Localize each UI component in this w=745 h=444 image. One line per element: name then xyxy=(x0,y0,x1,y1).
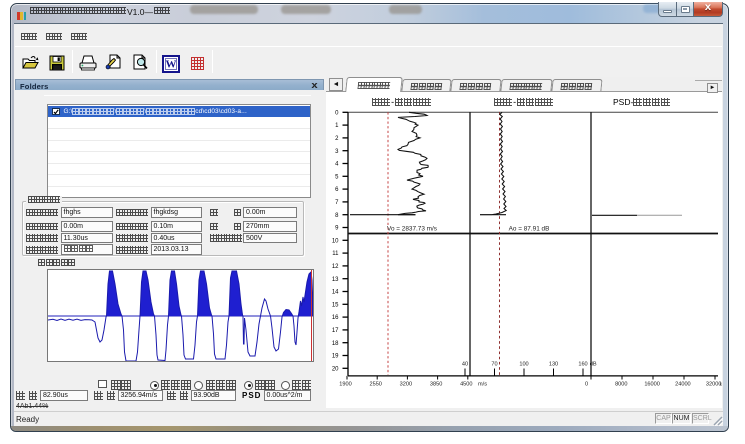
svg-text:4: 4 xyxy=(335,162,339,168)
svg-text:12: 12 xyxy=(332,264,339,270)
svg-text:100: 100 xyxy=(519,362,528,368)
svg-text:0: 0 xyxy=(585,382,588,388)
svg-text:17: 17 xyxy=(332,328,339,334)
svg-text:Vo = 2837.73 m/s: Vo = 2837.73 m/s xyxy=(387,226,437,233)
svg-text:u: u xyxy=(720,382,722,388)
svg-text:m/s: m/s xyxy=(478,382,487,388)
svg-text:4500: 4500 xyxy=(460,382,472,388)
svg-text:18: 18 xyxy=(332,341,339,347)
svg-text:9: 9 xyxy=(335,226,339,232)
svg-text:10: 10 xyxy=(332,238,339,244)
svg-text:1: 1 xyxy=(335,123,339,129)
svg-text:13: 13 xyxy=(332,277,339,283)
svg-text:130: 130 xyxy=(549,362,558,368)
svg-text:7: 7 xyxy=(335,200,339,206)
svg-text:8: 8 xyxy=(335,213,339,219)
svg-text:3200: 3200 xyxy=(400,382,412,388)
svg-text:dB: dB xyxy=(590,362,597,368)
svg-text:3850: 3850 xyxy=(430,382,442,388)
svg-text:70: 70 xyxy=(491,362,497,368)
svg-text:24000: 24000 xyxy=(675,382,691,388)
svg-text:5: 5 xyxy=(335,174,339,180)
svg-text:6: 6 xyxy=(335,187,339,193)
svg-text:W: W xyxy=(166,59,177,71)
svg-text:14: 14 xyxy=(332,290,339,296)
svg-text:15: 15 xyxy=(332,302,339,308)
svg-text:1900: 1900 xyxy=(339,382,351,388)
svg-text:0: 0 xyxy=(335,110,339,116)
svg-text:16000: 16000 xyxy=(644,382,660,388)
svg-text:160: 160 xyxy=(578,362,587,368)
svg-text:11: 11 xyxy=(332,251,339,257)
svg-text:20: 20 xyxy=(332,366,339,372)
svg-text:Ao = 87.91 dB: Ao = 87.91 dB xyxy=(509,226,550,233)
svg-text:40: 40 xyxy=(462,362,468,368)
svg-text:8000: 8000 xyxy=(615,382,627,388)
svg-text:19: 19 xyxy=(332,354,339,360)
svg-text:2: 2 xyxy=(335,136,339,142)
svg-text:3: 3 xyxy=(335,149,339,155)
svg-text:16: 16 xyxy=(332,315,339,321)
svg-text:2550: 2550 xyxy=(369,382,381,388)
